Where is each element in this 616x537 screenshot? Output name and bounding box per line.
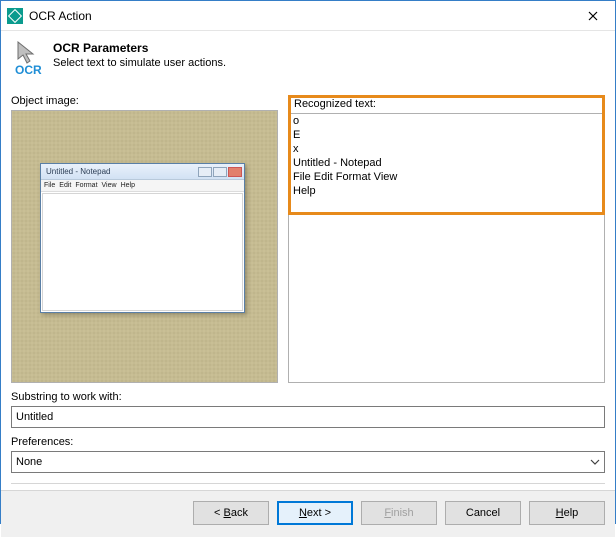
cancel-button-label: Cancel	[466, 507, 500, 519]
close-icon	[228, 167, 242, 177]
recognized-text-content: o E x Untitled - Notepad File Edit Forma…	[289, 114, 604, 198]
next-button[interactable]: Next >	[277, 501, 353, 525]
notepad-titlebar: Untitled - Notepad	[41, 164, 244, 180]
ocr-cursor-icon: OCR	[15, 41, 47, 75]
window-title: OCR Action	[29, 9, 570, 23]
substring-row: Substring to work with:	[11, 391, 605, 428]
finish-button: Finish	[361, 501, 437, 525]
content-area: Object image: Untitled - Notepad File Ed…	[1, 87, 615, 490]
recognized-text-column: Recognized text: o E x Untitled - Notepa…	[288, 95, 605, 383]
recognized-text-box[interactable]: o E x Untitled - Notepad File Edit Forma…	[288, 113, 605, 383]
max-icon	[213, 167, 227, 177]
menu-edit: Edit	[59, 182, 71, 189]
object-image-column: Object image: Untitled - Notepad File Ed…	[11, 95, 278, 383]
notepad-body	[42, 193, 243, 311]
object-image-label: Object image:	[11, 95, 278, 107]
app-icon	[7, 8, 23, 24]
svg-text:OCR: OCR	[15, 63, 42, 75]
titlebar: OCR Action	[1, 1, 615, 31]
preferences-label: Preferences:	[11, 436, 605, 448]
notepad-menu: File Edit Format View Help	[41, 180, 244, 192]
notepad-title: Untitled - Notepad	[43, 167, 197, 176]
header-subtitle: Select text to simulate user actions.	[53, 57, 226, 69]
preferences-row: Preferences: None	[11, 436, 605, 473]
wizard-header: OCR OCR Parameters Select text to simula…	[1, 31, 615, 87]
min-icon	[198, 167, 212, 177]
cancel-button[interactable]: Cancel	[445, 501, 521, 525]
finish-button-label: Finish	[384, 507, 413, 519]
back-button[interactable]: < Back	[193, 501, 269, 525]
menu-help: Help	[121, 182, 135, 189]
substring-input[interactable]	[11, 406, 605, 428]
upper-panels: Object image: Untitled - Notepad File Ed…	[11, 95, 605, 383]
notepad-thumbnail: Untitled - Notepad File Edit Format View…	[40, 163, 245, 313]
ocr-action-dialog: OCR Action OCR OCR Parameters Select tex…	[0, 0, 616, 524]
divider	[11, 483, 605, 484]
menu-format: Format	[75, 182, 97, 189]
object-image-preview[interactable]: Untitled - Notepad File Edit Format View…	[11, 110, 278, 383]
back-button-label: < Back	[214, 507, 248, 519]
header-text: OCR Parameters Select text to simulate u…	[53, 41, 226, 69]
chevron-down-icon	[590, 457, 600, 468]
button-bar: < Back Next > Finish Cancel Help	[1, 490, 615, 537]
preferences-select[interactable]: None	[11, 451, 605, 473]
header-title: OCR Parameters	[53, 41, 226, 55]
close-button[interactable]	[570, 1, 615, 30]
menu-file: File	[44, 182, 55, 189]
preferences-value: None	[16, 456, 590, 468]
recognized-text-label: Recognized text:	[294, 98, 376, 110]
substring-label: Substring to work with:	[11, 391, 605, 403]
help-button-label: Help	[556, 507, 579, 519]
close-icon	[588, 11, 598, 21]
help-button[interactable]: Help	[529, 501, 605, 525]
menu-view: View	[102, 182, 117, 189]
next-button-label: Next >	[299, 507, 331, 519]
